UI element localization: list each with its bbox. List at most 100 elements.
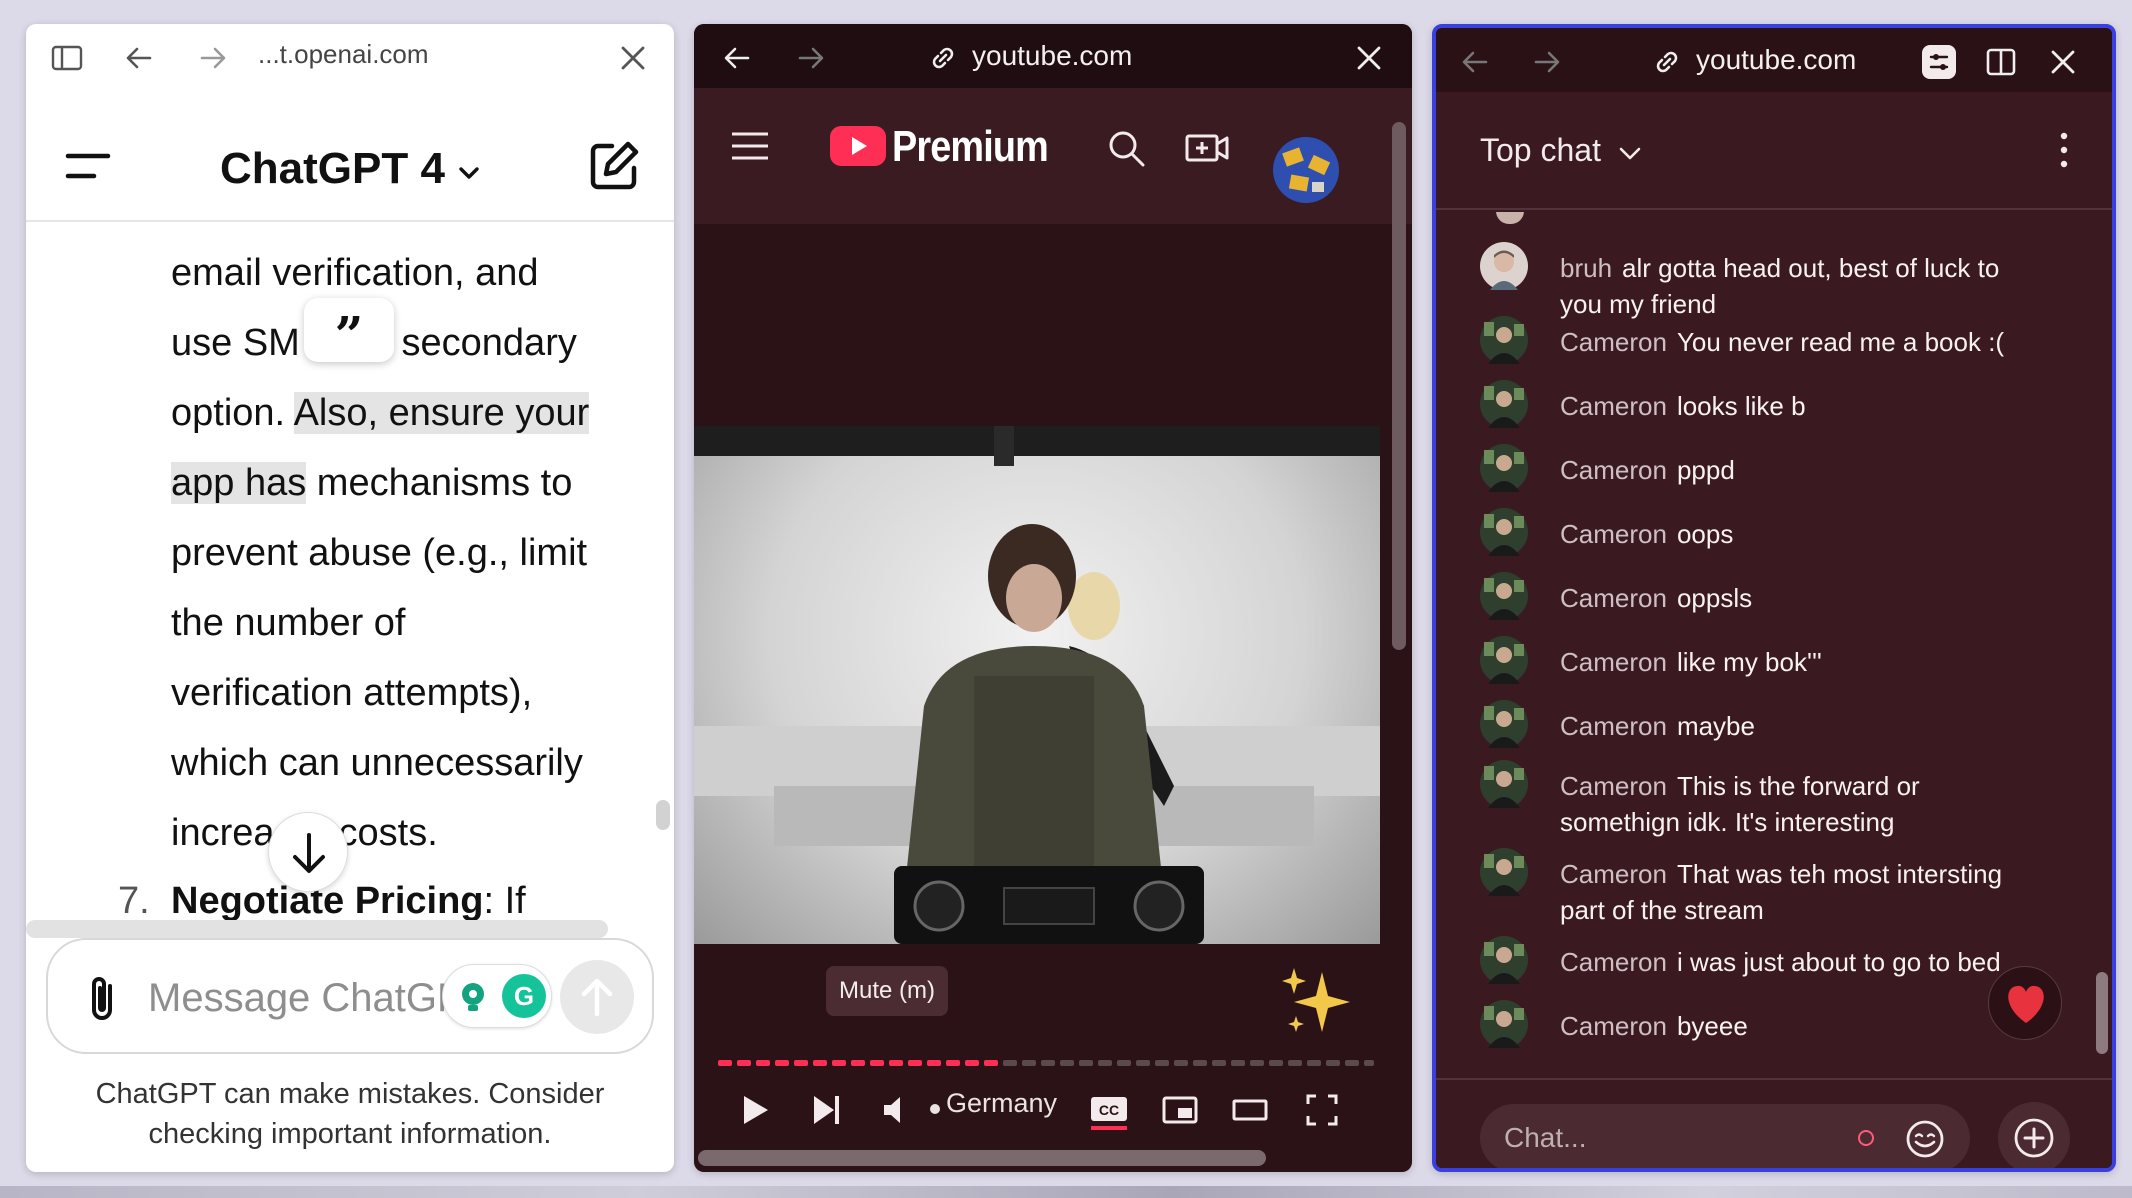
highlighted-text[interactable]: app has	[171, 462, 307, 504]
next-icon[interactable]	[806, 1088, 846, 1132]
split-view-icon[interactable]	[1984, 45, 2018, 79]
horizontal-scrollbar[interactable]	[698, 1150, 1266, 1166]
vertical-scrollbar[interactable]	[1392, 122, 1406, 650]
progress-segment	[1193, 1060, 1207, 1066]
avatar	[1480, 444, 1528, 492]
author-name[interactable]: Cameron	[1560, 583, 1667, 613]
play-icon[interactable]	[734, 1088, 774, 1132]
add-button[interactable]	[1998, 1102, 2070, 1168]
author-name[interactable]: Cameron	[1560, 859, 1667, 889]
video-progress-bar[interactable]	[718, 1060, 1374, 1066]
fullscreen-icon[interactable]	[1302, 1088, 1342, 1132]
status-dot	[1858, 1130, 1874, 1146]
avatar	[1480, 636, 1528, 684]
author-name[interactable]: Cameron	[1560, 1011, 1667, 1041]
extension-pill[interactable]: G	[442, 964, 552, 1028]
back-arrow-icon[interactable]	[1458, 45, 1492, 79]
account-avatar[interactable]	[1272, 136, 1340, 204]
new-chat-icon[interactable]	[586, 138, 642, 194]
youtube-header: Premium	[694, 88, 1412, 224]
plus-icon	[2014, 1118, 2054, 1158]
author-name[interactable]: Cameron	[1560, 771, 1667, 801]
chat-input[interactable]: Chat...	[1480, 1104, 1970, 1168]
extension-icon[interactable]	[1922, 45, 1956, 79]
progress-segment	[775, 1060, 789, 1066]
model-title[interactable]: ChatGPT 4	[220, 144, 445, 194]
close-icon[interactable]	[1352, 41, 1386, 75]
message-composer[interactable]: Message ChatGPT G	[46, 938, 654, 1054]
chatgpt-window: ...t.openai.com ChatGPT 4 email verifica…	[26, 24, 674, 1172]
youtube-toolbar: youtube.com	[694, 24, 1412, 88]
emoji-icon[interactable]	[1904, 1118, 1946, 1160]
avatar	[1480, 242, 1528, 290]
chat-mode-dropdown[interactable]: Top chat	[1480, 132, 1644, 169]
menu-icon[interactable]	[62, 150, 112, 184]
author-name[interactable]: Cameron	[1560, 947, 1667, 977]
author-name[interactable]: bruh	[1560, 253, 1612, 283]
highlighted-text[interactable]: Also, ensure your	[293, 392, 590, 434]
message-text: looks like b	[1676, 391, 1806, 421]
progress-segment	[1345, 1060, 1359, 1066]
author-name[interactable]: Cameron	[1560, 391, 1667, 421]
miniplayer-icon[interactable]	[1160, 1088, 1200, 1132]
horizontal-scrollbar[interactable]	[26, 920, 608, 938]
author-name[interactable]: Cameron	[1560, 711, 1667, 741]
create-video-icon[interactable]	[1184, 128, 1230, 168]
vertical-scrollbar[interactable]	[2096, 972, 2108, 1054]
video-player[interactable]	[694, 426, 1380, 944]
url-label[interactable]: ...t.openai.com	[258, 39, 429, 70]
send-button[interactable]	[560, 960, 634, 1034]
captions-icon[interactable]: CC	[1088, 1088, 1130, 1132]
avatar	[1496, 212, 1524, 224]
vertical-scrollbar[interactable]	[656, 800, 670, 830]
close-icon[interactable]	[2046, 45, 2080, 79]
author-name[interactable]: Cameron	[1560, 519, 1667, 549]
youtube-logo-icon[interactable]	[830, 126, 886, 166]
premium-wordmark[interactable]: Premium	[892, 122, 1049, 172]
forward-arrow-icon[interactable]	[794, 41, 828, 75]
back-arrow-icon[interactable]	[720, 41, 754, 75]
grammarly-icon[interactable]: G	[499, 971, 549, 1021]
reaction-button[interactable]	[1988, 966, 2062, 1040]
search-icon[interactable]	[1106, 128, 1146, 168]
back-arrow-icon[interactable]	[122, 41, 156, 75]
message-input[interactable]: Message ChatGPT	[148, 976, 448, 1021]
progress-segment	[1307, 1060, 1321, 1066]
scroll-to-bottom-button[interactable]	[268, 812, 348, 892]
disclaimer-line: ChatGPT can make mistakes. Consider	[95, 1078, 605, 1110]
author-name[interactable]: Cameron	[1560, 455, 1667, 485]
url-label[interactable]: youtube.com	[972, 40, 1132, 72]
progress-segment	[908, 1060, 922, 1066]
progress-segment	[1041, 1060, 1055, 1066]
progress-segment	[1022, 1060, 1036, 1066]
volume-icon[interactable]	[878, 1088, 914, 1132]
progress-segment	[927, 1060, 941, 1066]
forward-arrow-icon[interactable]	[196, 41, 230, 75]
message-text: like my bok'''	[1676, 647, 1822, 677]
sparkle-icon[interactable]	[1274, 962, 1354, 1042]
url-label[interactable]: youtube.com	[1696, 44, 1856, 76]
response-fragment: costs.	[338, 812, 438, 854]
mute-tooltip: Mute (m)	[826, 966, 948, 1016]
theater-mode-icon[interactable]	[1230, 1088, 1270, 1132]
bulb-icon[interactable]	[453, 977, 493, 1017]
author-name[interactable]: Cameron	[1560, 647, 1667, 677]
more-options-icon[interactable]	[2056, 130, 2072, 170]
chevron-down-icon[interactable]	[454, 158, 484, 188]
quote-button[interactable]: ”	[304, 298, 394, 364]
author-name[interactable]: Cameron	[1560, 327, 1667, 357]
hamburger-menu-icon[interactable]	[730, 128, 770, 164]
avatar	[1480, 700, 1528, 748]
message-text: pppd	[1676, 455, 1735, 485]
response-line: email verification, and	[171, 252, 539, 294]
live-dot	[930, 1104, 940, 1114]
progress-segment	[1364, 1060, 1374, 1066]
attach-icon[interactable]	[80, 972, 128, 1024]
progress-segment	[1003, 1060, 1017, 1066]
chat-message-list: bruh alr gotta head out, best of luck to …	[1436, 212, 2112, 1076]
message-text: i was just about to go to bed	[1676, 947, 2001, 977]
sidebar-toggle-icon[interactable]	[50, 41, 84, 75]
progress-segment	[1269, 1060, 1283, 1066]
forward-arrow-icon[interactable]	[1530, 45, 1564, 79]
close-icon[interactable]	[616, 41, 650, 75]
